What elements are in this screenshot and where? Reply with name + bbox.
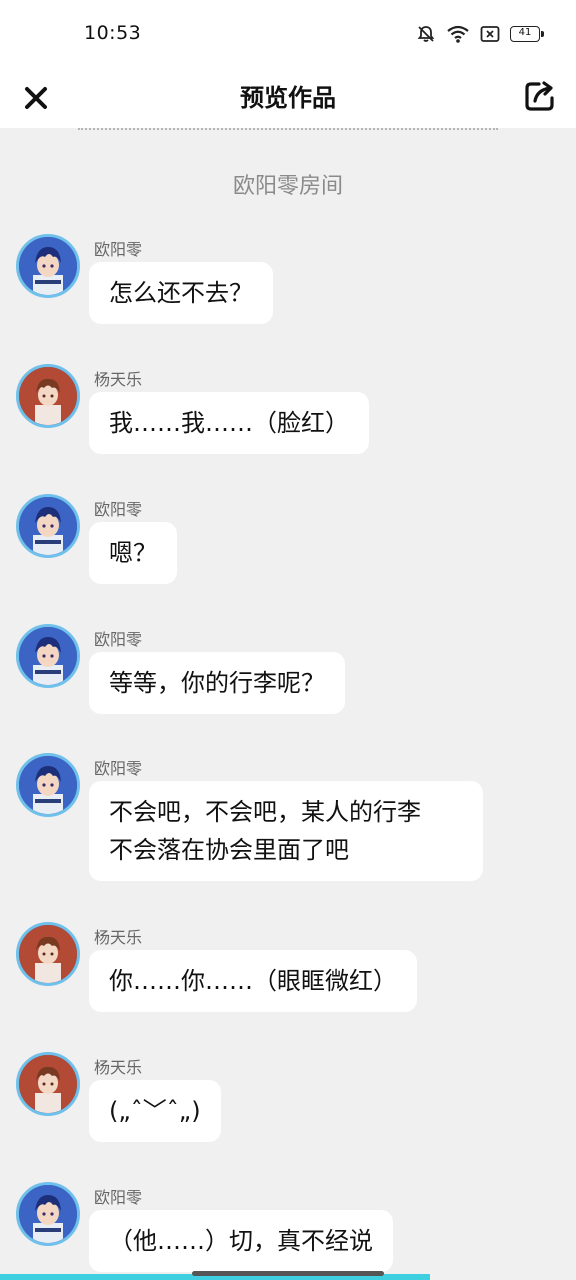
- message-bubble[interactable]: 嗯？: [89, 522, 177, 584]
- room-title: 欧阳零房间: [232, 174, 343, 199]
- sender-name: 欧阳零: [94, 500, 143, 519]
- share-icon: [525, 81, 554, 111]
- avatar[interactable]: [16, 753, 80, 817]
- sender-name: 欧阳零: [94, 630, 143, 649]
- blue-hair-boy-avatar-icon: [19, 497, 77, 555]
- status-bar: 10:53 41: [0, 0, 576, 68]
- avatar[interactable]: [16, 922, 80, 986]
- sender-name: 欧阳零: [94, 1188, 143, 1207]
- divider: [78, 128, 498, 130]
- sim-off-icon: [480, 25, 500, 43]
- message-bubble[interactable]: （他……）切，真不经说: [89, 1210, 393, 1272]
- message-bubble[interactable]: 怎么还不去？: [89, 262, 273, 324]
- sender-name: 杨天乐: [94, 1058, 143, 1077]
- avatar[interactable]: [16, 364, 80, 428]
- message-bubble[interactable]: 等等，你的行李呢？: [89, 652, 345, 714]
- page-title: 预览作品: [240, 84, 336, 112]
- avatar[interactable]: [16, 1182, 80, 1246]
- chat-preview-screen: 10:53 41 预览作品 欧阳零房间 欧阳零 怎么还不去？ 杨天乐 我……我……: [0, 0, 576, 1280]
- blue-hair-boy-avatar-icon: [19, 627, 77, 685]
- avatar[interactable]: [16, 624, 80, 688]
- blue-hair-boy-avatar-icon: [19, 756, 77, 814]
- app-header: 预览作品: [0, 68, 576, 128]
- wifi-icon: [446, 24, 470, 44]
- avatar[interactable]: [16, 234, 80, 298]
- brown-hair-boy-avatar-icon: [19, 925, 77, 983]
- sender-name: 欧阳零: [94, 759, 143, 778]
- sender-name: 杨天乐: [94, 370, 143, 389]
- message-bubble[interactable]: („ˆ﹀ˆ„): [89, 1080, 221, 1142]
- status-time: 10:53: [84, 22, 142, 44]
- avatar[interactable]: [16, 494, 80, 558]
- status-icons: 41: [416, 24, 544, 44]
- sender-name: 杨天乐: [94, 928, 143, 947]
- sender-name: 欧阳零: [94, 240, 143, 259]
- bell-off-icon: [416, 24, 436, 44]
- message-bubble[interactable]: 我……我……（脸红）: [89, 392, 369, 454]
- battery-icon: 41: [510, 26, 544, 42]
- message-bubble[interactable]: 你……你……（眼眶微红）: [89, 950, 417, 1012]
- home-indicator[interactable]: [192, 1271, 384, 1276]
- message-bubble[interactable]: 不会吧，不会吧，某人的行李 不会落在协会里面了吧: [89, 781, 483, 881]
- blue-hair-boy-avatar-icon: [19, 237, 77, 295]
- share-button[interactable]: [520, 76, 560, 116]
- avatar[interactable]: [16, 1052, 80, 1116]
- blue-hair-boy-avatar-icon: [19, 1185, 77, 1243]
- brown-hair-boy-avatar-icon: [19, 367, 77, 425]
- brown-hair-boy-avatar-icon: [19, 1055, 77, 1113]
